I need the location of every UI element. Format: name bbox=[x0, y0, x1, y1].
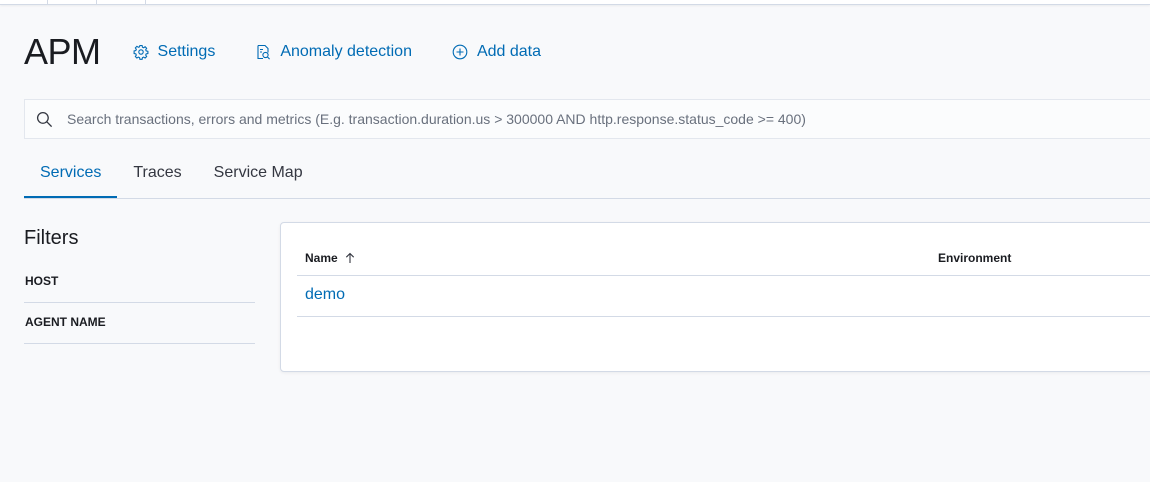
top-nav-divider bbox=[47, 0, 48, 4]
settings-link-label: Settings bbox=[157, 43, 216, 60]
tab-bar: Services Traces Service Map bbox=[24, 152, 1150, 199]
filters-sidebar: Filters HOST AGENT NAME bbox=[24, 226, 255, 344]
tab-traces[interactable]: Traces bbox=[117, 152, 197, 196]
top-nav-strip bbox=[0, 0, 1150, 5]
column-header-environment[interactable]: Environment bbox=[938, 251, 1011, 265]
gear-icon bbox=[133, 44, 148, 60]
column-header-name-label: Name bbox=[305, 251, 338, 265]
anomaly-detection-link[interactable]: Anomaly detection bbox=[255, 43, 412, 61]
add-data-label: Add data bbox=[476, 43, 542, 60]
search-input[interactable] bbox=[65, 110, 1150, 128]
sort-ascending-icon bbox=[345, 252, 354, 263]
anomaly-detection-icon bbox=[257, 44, 271, 60]
filter-host[interactable]: HOST bbox=[24, 262, 255, 303]
column-header-name[interactable]: Name bbox=[305, 251, 356, 265]
top-nav-divider bbox=[145, 0, 146, 4]
filter-agent-name[interactable]: AGENT NAME bbox=[24, 303, 255, 344]
tab-service-map[interactable]: Service Map bbox=[198, 152, 319, 196]
filters-title: Filters bbox=[24, 227, 79, 249]
service-name-link[interactable]: demo bbox=[305, 286, 345, 304]
search-icon bbox=[36, 111, 53, 128]
services-table-panel: Name Environment demo bbox=[280, 222, 1150, 372]
tab-services[interactable]: Services bbox=[24, 152, 118, 198]
page-title: APM bbox=[24, 31, 101, 72]
table-header: Name Environment bbox=[297, 245, 1150, 276]
add-data-link[interactable]: Add data bbox=[452, 43, 541, 61]
table-row: demo bbox=[297, 276, 1150, 317]
settings-link[interactable]: Settings bbox=[133, 43, 216, 61]
plus-circle-icon bbox=[452, 44, 468, 60]
search-bar bbox=[24, 99, 1150, 139]
page-header: APM Settings Anomaly detection Add data bbox=[24, 30, 581, 74]
top-nav-divider bbox=[96, 0, 97, 4]
anomaly-detection-label: Anomaly detection bbox=[280, 43, 412, 60]
